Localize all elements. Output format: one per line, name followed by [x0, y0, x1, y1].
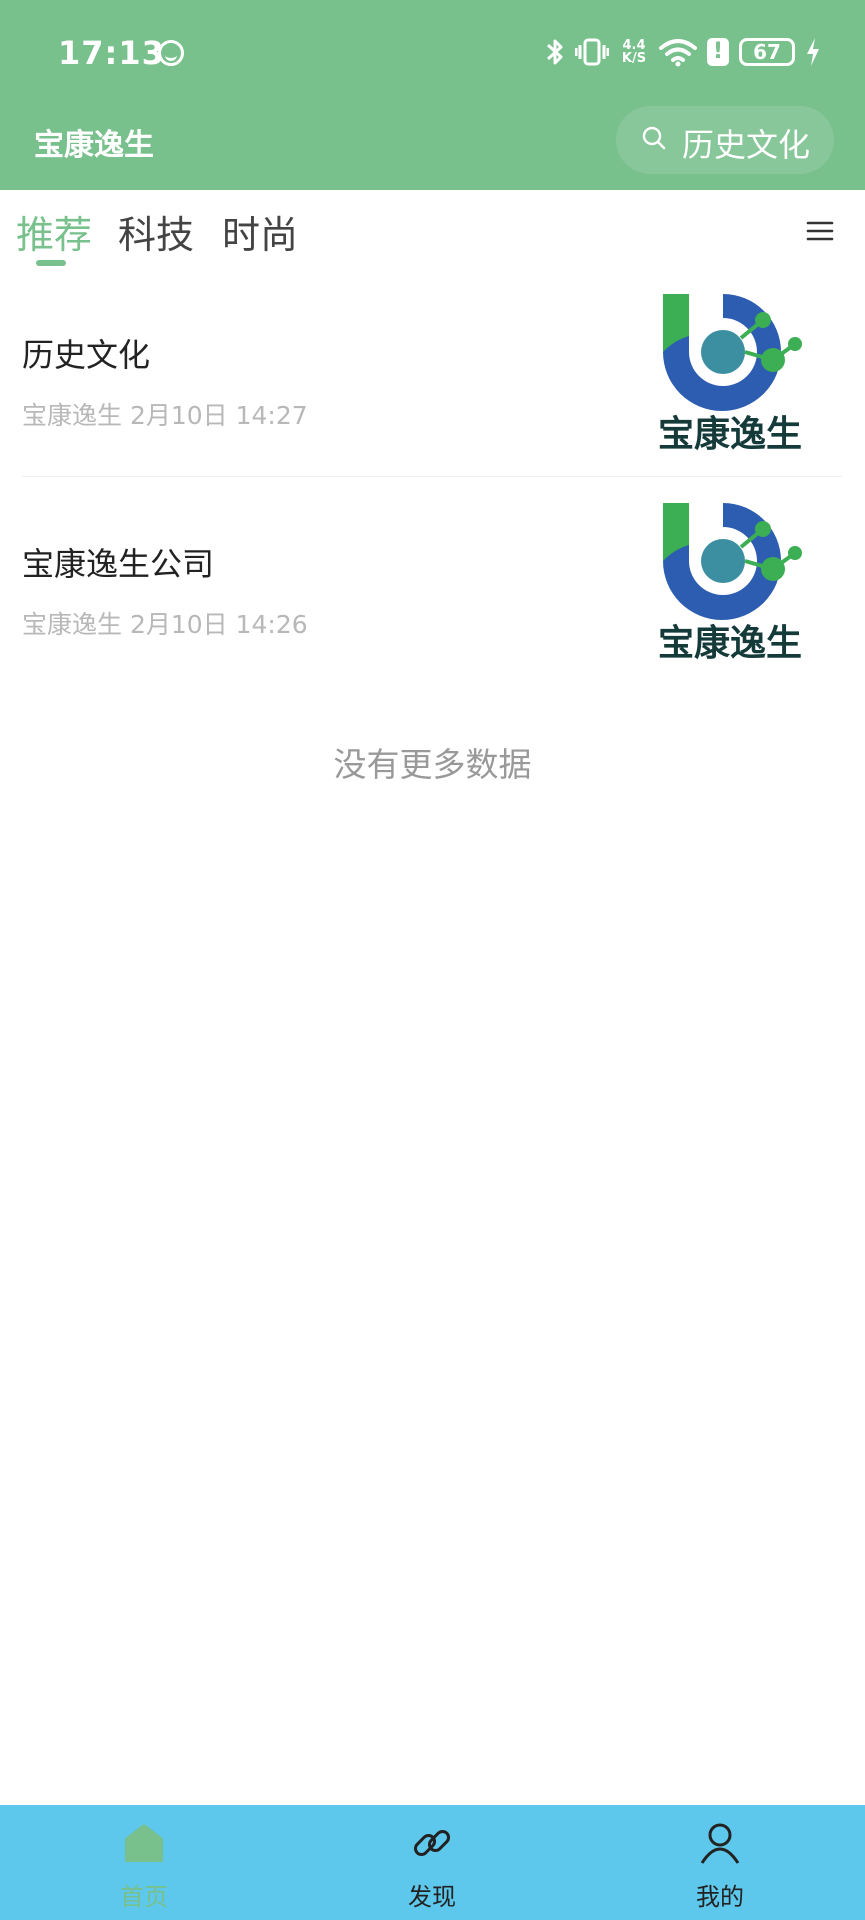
- tab-tech[interactable]: 科技: [118, 204, 194, 259]
- app-title: 宝康逸生: [34, 128, 154, 163]
- battery-icon: 67: [739, 38, 795, 66]
- bluetooth-icon: [545, 37, 565, 67]
- link-icon: [413, 1829, 451, 1857]
- vibrate-icon: [575, 37, 609, 67]
- alert-icon: !: [707, 38, 729, 66]
- article-title: 宝康逸生公司: [22, 545, 215, 583]
- tab-recommend[interactable]: 推荐: [16, 204, 92, 259]
- category-tabs: 推荐 科技 时尚: [0, 190, 865, 270]
- logo-text: 宝康逸生: [658, 622, 802, 664]
- net-speed: 4.4 K/S: [619, 39, 649, 65]
- smiley-notification-icon: [158, 40, 184, 66]
- nav-discover[interactable]: 发现: [288, 1805, 576, 1920]
- person-icon: [700, 1823, 740, 1864]
- nav-mine[interactable]: 我的: [576, 1805, 864, 1920]
- status-bar: 17:13 4.4 K/S ! 67: [0, 0, 865, 105]
- status-icons: 4.4 K/S ! 67: [545, 34, 821, 70]
- charging-icon: [805, 37, 821, 67]
- list-item[interactable]: 历史文化 宝康逸生 2月10日 14:27 宝康逸生: [0, 268, 865, 476]
- menu-icon[interactable]: [806, 220, 834, 242]
- nav-label: 发现: [408, 1883, 456, 1911]
- active-tab-indicator: [36, 260, 66, 266]
- net-speed-unit: K/S: [621, 51, 647, 66]
- top-header: 17:13 4.4 K/S ! 67 宝康逸生 历史文化: [0, 0, 865, 190]
- search-icon: [642, 126, 666, 150]
- home-icon: [125, 1824, 163, 1862]
- article-meta: 宝康逸生 2月10日 14:26: [22, 610, 308, 639]
- company-logo-thumbnail: 宝康逸生: [658, 294, 802, 455]
- logo-text: 宝康逸生: [658, 413, 802, 455]
- nav-label: 我的: [696, 1883, 744, 1911]
- search-box[interactable]: 历史文化: [616, 106, 834, 174]
- company-logo-thumbnail: 宝康逸生: [658, 503, 802, 664]
- list-item[interactable]: 宝康逸生公司 宝康逸生 2月10日 14:26 宝康逸生: [0, 477, 865, 685]
- nav-home[interactable]: 首页: [0, 1805, 288, 1920]
- list-end-message: 没有更多数据: [333, 745, 532, 784]
- article-title: 历史文化: [22, 336, 151, 374]
- status-time: 17:13: [58, 34, 165, 72]
- battery-level: 67: [753, 40, 781, 64]
- search-text: 历史文化: [682, 126, 811, 164]
- nav-label: 首页: [120, 1883, 168, 1911]
- tab-fashion[interactable]: 时尚: [222, 204, 298, 259]
- bottom-nav: 首页 发现 我的: [0, 1805, 865, 1920]
- wifi-icon: [659, 37, 697, 67]
- article-meta: 宝康逸生 2月10日 14:27: [22, 401, 308, 430]
